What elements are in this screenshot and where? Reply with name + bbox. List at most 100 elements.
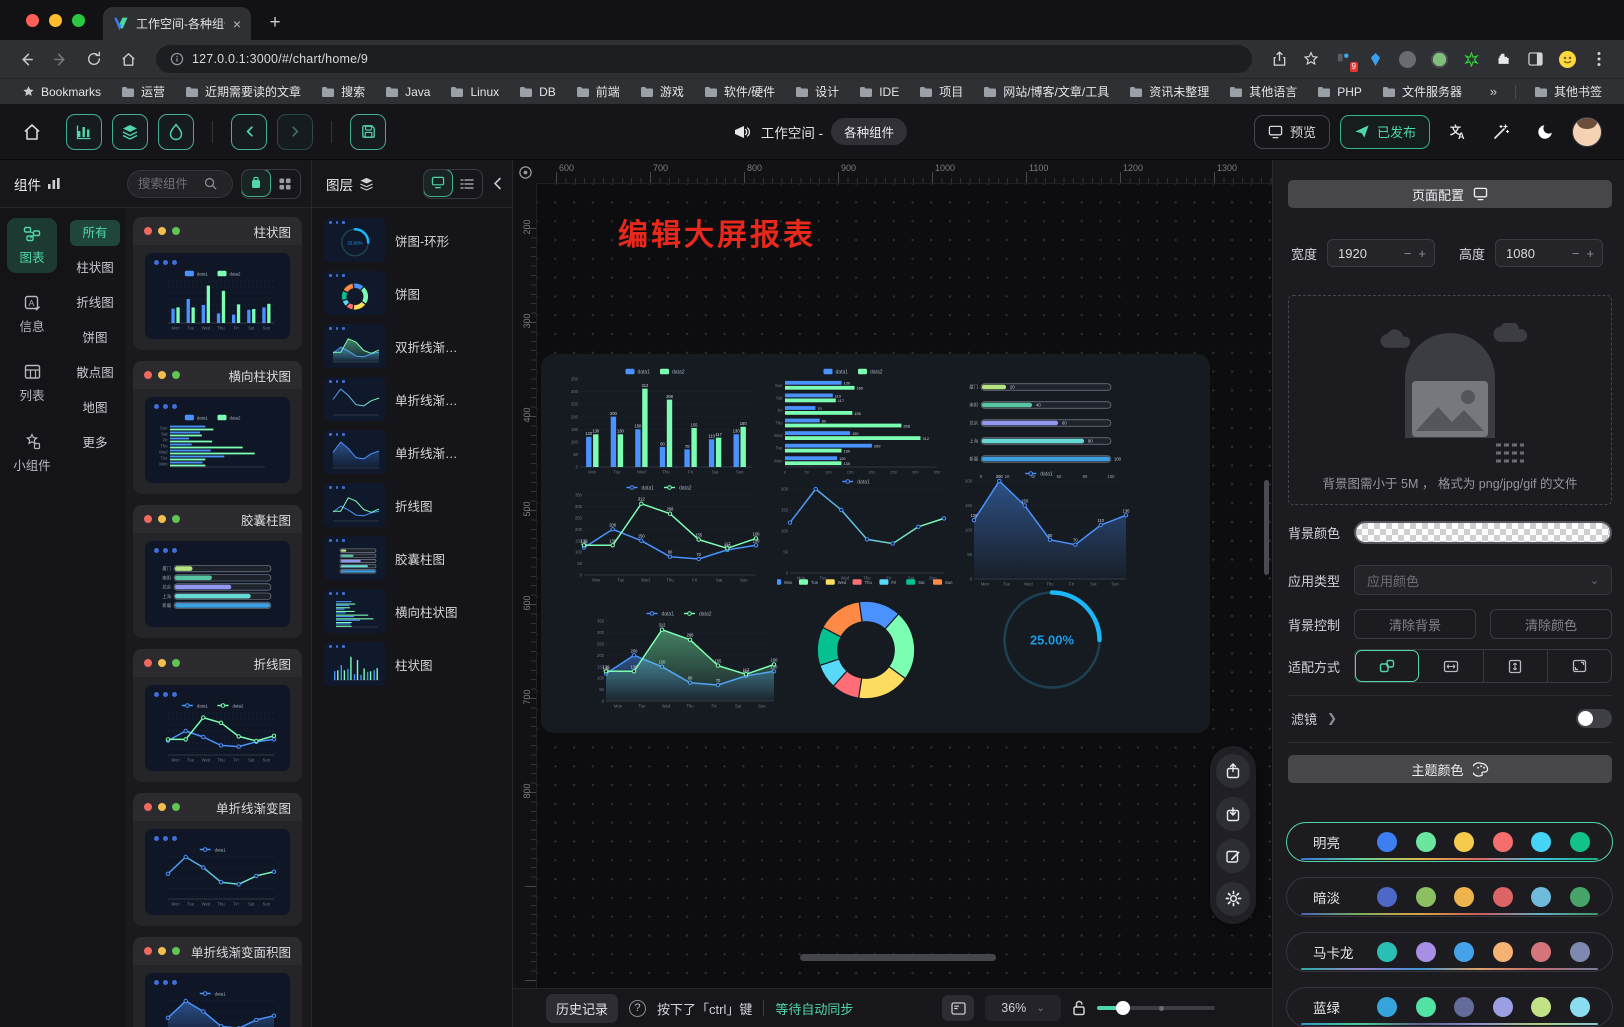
- bookmark-folder[interactable]: 运营: [113, 81, 173, 102]
- bookmarks-overflow[interactable]: »: [1482, 84, 1505, 99]
- browser-tab[interactable]: 工作空间-各种组件 ×: [103, 7, 251, 40]
- theme-color-dot[interactable]: [1377, 942, 1397, 962]
- layer-item[interactable]: 饼图: [324, 271, 504, 315]
- bookmark-folder[interactable]: 游戏: [632, 81, 692, 102]
- import-icon[interactable]: [1216, 797, 1250, 831]
- bookmark-folder[interactable]: Linux: [442, 81, 507, 102]
- charts-panel-button[interactable]: [66, 114, 102, 150]
- increment-icon[interactable]: +: [1418, 246, 1426, 261]
- category-item[interactable]: 折线图: [70, 290, 120, 316]
- sidebar-tab-2[interactable]: 列表: [7, 356, 57, 411]
- component-card[interactable]: 胶囊柱图 厦门南阳北京上海新疆: [133, 505, 302, 638]
- search-input[interactable]: [127, 170, 233, 198]
- zoom-slider[interactable]: [1097, 1001, 1215, 1015]
- canvas-chart-gradient-line[interactable]: 050100150200MonTueWedThuFriSatSundata1: [771, 476, 951, 584]
- zoom-window-button[interactable]: [72, 14, 85, 27]
- theme-color-dot[interactable]: [1531, 832, 1551, 852]
- bookmark-folder[interactable]: Java: [377, 81, 438, 102]
- canvas-chart-bar[interactable]: 050100150200250300350MonTueWedThuFriSatS…: [561, 366, 759, 478]
- asset-view-toggle[interactable]: [241, 169, 271, 197]
- layer-item[interactable]: 胶囊柱图: [324, 536, 504, 580]
- other-bookmarks-folder[interactable]: 其他书签: [1526, 81, 1610, 102]
- chevron-right-icon[interactable]: ❯: [1327, 711, 1337, 725]
- layer-item[interactable]: 单折线渐…: [324, 377, 504, 421]
- extension-star-icon[interactable]: [1458, 46, 1484, 72]
- fit-stretch-button[interactable]: [1548, 650, 1611, 682]
- side-panel-icon[interactable]: [1522, 46, 1548, 72]
- width-value[interactable]: 1920: [1338, 246, 1397, 261]
- clear-background-button[interactable]: 清除背景: [1354, 609, 1476, 639]
- increment-icon[interactable]: +: [1586, 246, 1594, 261]
- component-card[interactable]: 柱状图 MonTueWedThuFriSatSundata1data2: [133, 217, 302, 350]
- page-config-header[interactable]: 页面配置: [1288, 180, 1612, 208]
- theme-color-dot[interactable]: [1454, 832, 1474, 852]
- bookmark-folder[interactable]: 搜索: [313, 81, 373, 102]
- share-icon[interactable]: [1266, 46, 1292, 72]
- user-avatar[interactable]: [1572, 117, 1602, 147]
- theme-color-dot[interactable]: [1416, 942, 1436, 962]
- theme-row-1[interactable]: 暗淡: [1286, 877, 1613, 917]
- canvas-chart-pie[interactable]: MonTueWedThuFriSatSun: [777, 576, 955, 710]
- settings-gear-icon[interactable]: [1216, 882, 1250, 916]
- decrement-icon[interactable]: −: [1404, 246, 1412, 261]
- height-value[interactable]: 1080: [1506, 246, 1565, 261]
- height-input[interactable]: 1080 −+: [1495, 239, 1603, 267]
- layer-item[interactable]: 双折线渐…: [324, 324, 504, 368]
- theme-color-dot[interactable]: [1377, 887, 1397, 907]
- theme-color-dot[interactable]: [1493, 832, 1513, 852]
- theme-color-dot[interactable]: [1493, 942, 1513, 962]
- bookmark-folder[interactable]: 资讯未整理: [1121, 81, 1217, 102]
- theme-row-3[interactable]: 蓝绿: [1286, 987, 1613, 1027]
- thumbnail-view-toggle[interactable]: [423, 169, 453, 197]
- layer-item[interactable]: 单折线渐…: [324, 430, 504, 474]
- home-icon[interactable]: [114, 45, 142, 73]
- home-button[interactable]: [22, 122, 42, 142]
- ruler-visibility-icon[interactable]: [513, 160, 537, 184]
- save-button[interactable]: [350, 114, 386, 150]
- vertical-scrollbar[interactable]: [1264, 480, 1269, 575]
- extension-diamond-icon[interactable]: [1362, 46, 1388, 72]
- layer-item[interactable]: 柱状图: [324, 642, 504, 686]
- theme-color-dot[interactable]: [1570, 887, 1590, 907]
- language-icon[interactable]: 文A: [1440, 115, 1474, 149]
- theme-color-dot[interactable]: [1454, 887, 1474, 907]
- theme-row-0[interactable]: 明亮: [1286, 822, 1613, 862]
- canvas-title-text[interactable]: 编辑大屏报表: [618, 210, 816, 254]
- theme-color-dot[interactable]: [1570, 997, 1590, 1017]
- component-card[interactable]: 折线图 MonTueWedThuFriSatSundata1data2: [133, 649, 302, 782]
- theme-color-dot[interactable]: [1570, 832, 1590, 852]
- bookmarks-root-item[interactable]: Bookmarks: [14, 83, 109, 101]
- theme-color-header[interactable]: 主题颜色: [1288, 755, 1612, 783]
- new-tab-button[interactable]: +: [261, 9, 289, 37]
- sidebar-tab-1[interactable]: A信息: [7, 287, 57, 342]
- bookmark-folder[interactable]: 前端: [568, 81, 628, 102]
- grid-view-toggle[interactable]: [270, 170, 300, 198]
- site-info-icon[interactable]: [170, 52, 184, 66]
- magic-wand-icon[interactable]: [1484, 115, 1518, 149]
- theme-color-dot[interactable]: [1377, 997, 1397, 1017]
- lock-icon[interactable]: [1072, 1000, 1086, 1016]
- category-item[interactable]: 所有: [70, 220, 120, 246]
- canvas-chart-dual-gradient-area[interactable]: 050100150200250300350MonTueWedThuFriSatS…: [587, 608, 781, 712]
- edit-icon[interactable]: [1216, 839, 1250, 873]
- undo-button[interactable]: [231, 114, 267, 150]
- layers-panel-button[interactable]: [112, 114, 148, 150]
- category-item[interactable]: 散点图: [70, 360, 120, 386]
- canvas-grid[interactable]: 编辑大屏报表 050100150200250300350MonTueWedThu…: [537, 184, 1272, 988]
- extension-circle-icon[interactable]: [1394, 46, 1420, 72]
- menu-icon[interactable]: [1586, 46, 1612, 72]
- bookmark-folder[interactable]: DB: [511, 81, 564, 102]
- theme-color-dot[interactable]: [1454, 997, 1474, 1017]
- bookmark-folder[interactable]: IDE: [851, 81, 907, 102]
- redo-button[interactable]: [277, 114, 313, 150]
- width-input[interactable]: 1920 −+: [1327, 239, 1435, 267]
- component-card[interactable]: 单折线渐变图 MonTueWedThuFriSatSundata1: [133, 793, 302, 926]
- bookmark-star-icon[interactable]: [1298, 46, 1324, 72]
- address-bar[interactable]: 127.0.0.1:3000/#/chart/home/9: [156, 45, 1252, 73]
- category-item[interactable]: 更多: [70, 430, 120, 456]
- close-window-button[interactable]: [26, 14, 39, 27]
- zoom-select[interactable]: 36%⌄: [985, 995, 1061, 1021]
- theme-color-dot[interactable]: [1377, 832, 1397, 852]
- list-view-toggle[interactable]: [452, 170, 482, 198]
- component-card[interactable]: 单折线渐变面积图 MonTueWedThuFriSatSundata1: [133, 937, 302, 1027]
